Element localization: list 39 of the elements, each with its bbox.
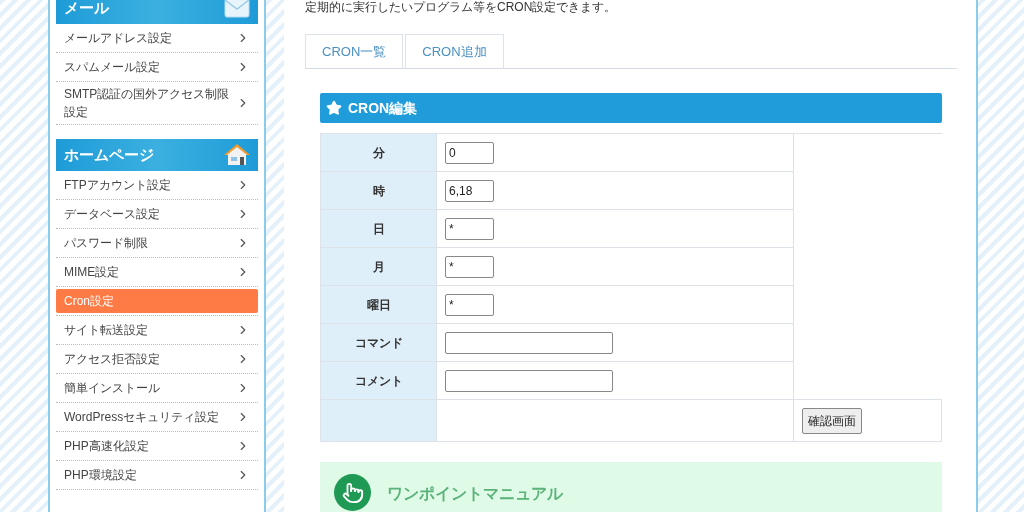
form-title: CRON編集 xyxy=(348,98,418,118)
input-field[interactable]: 6,18 xyxy=(445,179,494,202)
field-label: 月 xyxy=(321,248,437,285)
field-label: 日 xyxy=(321,210,437,247)
section-title: ホームページ xyxy=(64,144,154,165)
section-title: メール xyxy=(64,0,109,18)
input-field[interactable]: * xyxy=(445,293,494,316)
sidebar-item[interactable]: サイト転送設定 xyxy=(56,318,258,342)
input-field[interactable]: 0 xyxy=(445,141,494,164)
input-field[interactable] xyxy=(445,369,613,392)
sidebar-item[interactable]: データベース設定 xyxy=(56,202,258,226)
tab[interactable]: CRON一覧 xyxy=(305,34,404,68)
pointing-hand-icon xyxy=(334,474,371,511)
envelope-icon xyxy=(224,0,250,18)
input-field[interactable]: * xyxy=(445,217,494,240)
tab[interactable]: CRON追加 xyxy=(405,34,504,68)
manual-title: ワンポイントマニュアル xyxy=(387,484,563,504)
input-field[interactable]: * xyxy=(445,255,494,278)
sidebar-item[interactable]: パスワード制限 xyxy=(56,231,258,255)
sidebar-item[interactable]: MIME設定 xyxy=(56,260,258,284)
confirm-button[interactable]: 確認画面 xyxy=(802,407,862,434)
sidebar-item[interactable]: FTPアカウント設定 xyxy=(56,173,258,197)
sidebar-item[interactable]: WordPressセキュリティ設定 xyxy=(56,405,258,429)
field-label: 時 xyxy=(321,172,437,209)
sidebar-item[interactable]: SMTP認証の国外アクセス制限設定 xyxy=(56,84,258,122)
sidebar-item[interactable]: アクセス拒否設定 xyxy=(56,347,258,371)
field-label: 分 xyxy=(321,134,437,171)
input-field[interactable] xyxy=(445,331,613,354)
house-icon xyxy=(224,144,250,166)
sidebar-item[interactable]: スパムメール設定 xyxy=(56,55,258,79)
field-label: コメント xyxy=(321,362,437,399)
sidebar-item[interactable]: PHP環境設定 xyxy=(56,463,258,487)
field-label: コマンド xyxy=(321,324,437,361)
star-icon xyxy=(326,100,342,116)
field-label: 曜日 xyxy=(321,286,437,323)
sidebar-item[interactable]: PHP高速化設定 xyxy=(56,434,258,458)
intro-text: 定期的に実行したいプログラム等をCRON設定できます。 xyxy=(305,0,618,14)
sidebar-item[interactable]: メールアドレス設定 xyxy=(56,26,258,50)
sidebar-item[interactable]: 簡単インストール xyxy=(56,376,258,400)
